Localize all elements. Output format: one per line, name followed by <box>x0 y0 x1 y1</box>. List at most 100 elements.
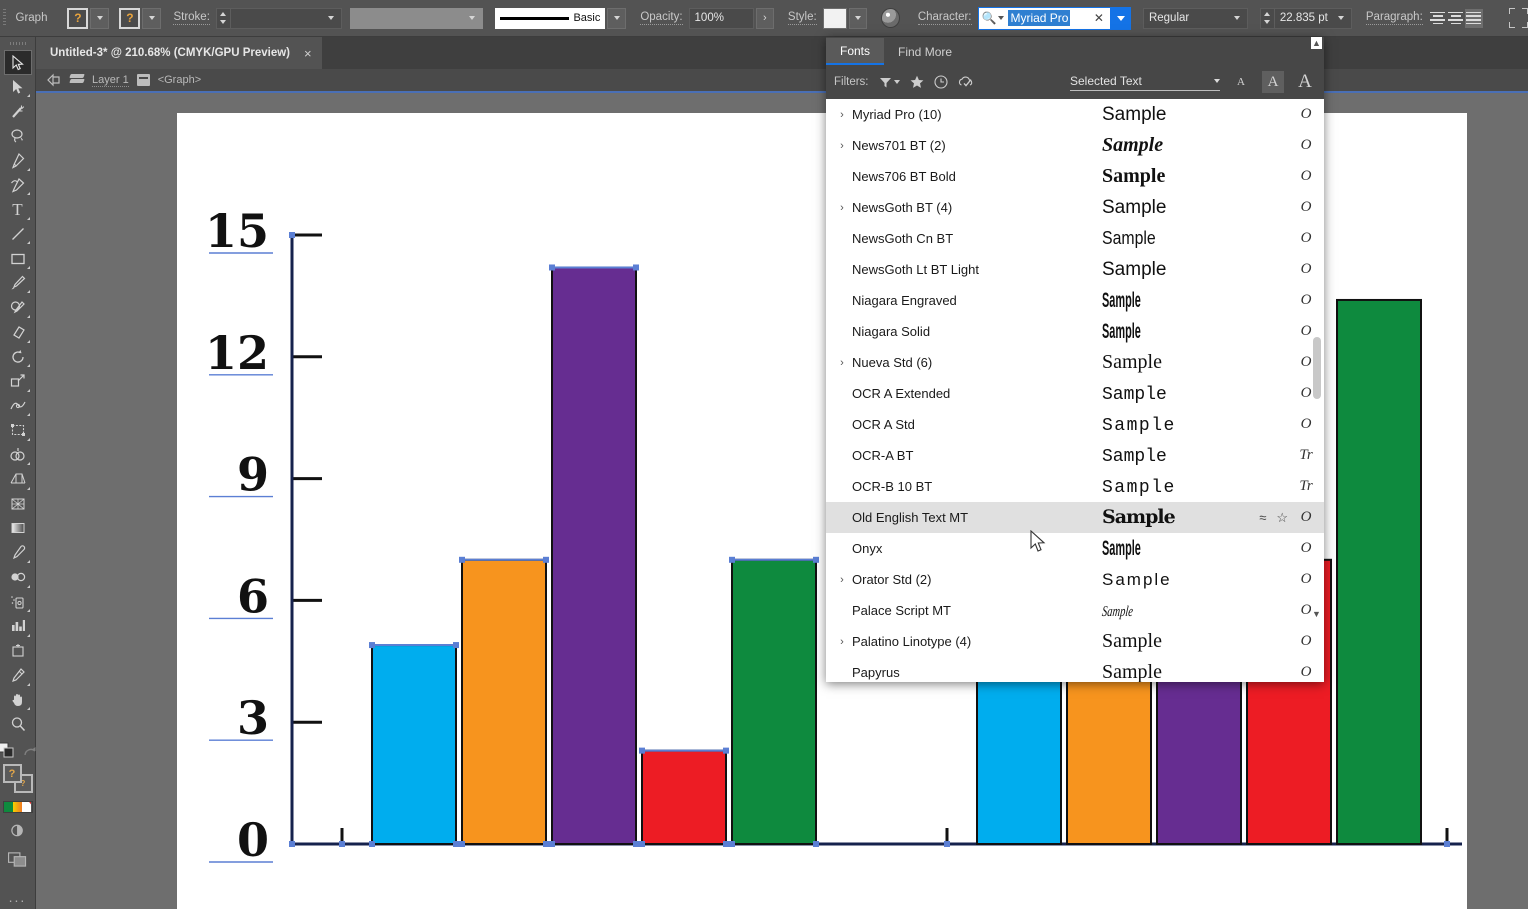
align-left-button[interactable] <box>1429 9 1447 28</box>
scroll-down-icon[interactable]: ▼ <box>1311 608 1322 620</box>
opacity-label[interactable]: Opacity: <box>640 11 682 25</box>
font-list-item[interactable]: NewsGoth Cn BTSampleO <box>826 223 1324 254</box>
font-list-scrollbar[interactable]: ▲ ▼ <box>1311 37 1322 620</box>
chart-bar[interactable] <box>1337 300 1421 844</box>
font-list-item[interactable]: News706 BT BoldSampleO <box>826 161 1324 192</box>
eraser-tool[interactable] <box>4 320 32 345</box>
fill-swatch-button[interactable]: ? <box>67 8 88 29</box>
font-family-input[interactable]: 🔍 Myriad Pro ✕ <box>978 7 1111 30</box>
gradient-button[interactable] <box>13 802 22 812</box>
control-bar-grip[interactable] <box>0 0 10 37</box>
chart-bar[interactable] <box>372 645 456 844</box>
style-label[interactable]: Style: <box>788 11 817 25</box>
font-size-field[interactable]: 22.835 pt <box>1274 8 1352 29</box>
opacity-field[interactable]: 100% <box>689 8 754 29</box>
perspective-grid-tool[interactable] <box>4 467 32 492</box>
stroke-label[interactable]: Stroke: <box>173 11 209 25</box>
paragraph-label[interactable]: Paragraph: <box>1366 11 1423 25</box>
font-list-item[interactable]: OCR A ExtendedSampleO <box>826 378 1324 409</box>
chevron-right-icon[interactable]: › <box>834 636 850 648</box>
align-justify-button[interactable] <box>1465 9 1483 28</box>
color-mode-buttons[interactable] <box>3 801 33 813</box>
stroke-dropdown[interactable] <box>142 8 161 29</box>
swap-fill-stroke-icon[interactable] <box>0 742 16 760</box>
favorites-star-icon[interactable] <box>910 75 924 89</box>
brush-definition-preview[interactable]: Basic <box>495 8 605 29</box>
rectangle-tool[interactable] <box>4 246 32 271</box>
close-icon[interactable]: × <box>304 46 312 61</box>
font-list-item[interactable]: ›Palatino Linotype (4)SampleO <box>826 626 1324 657</box>
selection-tool[interactable] <box>4 50 32 75</box>
shaper-tool[interactable] <box>4 295 32 320</box>
select-similar-icon[interactable] <box>1509 8 1528 28</box>
none-button[interactable] <box>22 802 31 812</box>
chevron-right-icon[interactable]: › <box>834 109 850 121</box>
pen-tool[interactable] <box>4 148 32 173</box>
recent-clock-icon[interactable] <box>934 75 948 89</box>
activated-cloud-icon[interactable] <box>958 75 974 89</box>
font-list-item[interactable]: Niagara SolidSampleO <box>826 316 1324 347</box>
stroke-swatch-button[interactable]: ? <box>119 8 140 29</box>
chevron-right-icon[interactable]: › <box>834 574 850 586</box>
stroke-weight-stepper[interactable] <box>216 8 230 29</box>
font-list-item[interactable]: ›Myriad Pro (10)SampleO <box>826 99 1324 130</box>
blend-tool[interactable] <box>4 565 32 590</box>
direct-selection-tool[interactable] <box>4 75 32 100</box>
font-list-item[interactable]: PapyrusSampleO <box>826 657 1324 682</box>
breadcrumb-object[interactable]: <Graph> <box>158 74 201 86</box>
mesh-tool[interactable] <box>4 492 32 517</box>
artboard-tool[interactable] <box>4 639 32 664</box>
lasso-tool[interactable] <box>4 124 32 149</box>
scroll-up-icon[interactable]: ▲ <box>1311 37 1322 49</box>
color-button[interactable] <box>4 802 13 812</box>
chevron-right-icon[interactable]: › <box>834 202 850 214</box>
font-list-item[interactable]: Old English Text MTSample≈☆O <box>826 502 1324 533</box>
eyedropper-tool[interactable] <box>4 541 32 566</box>
font-list-item[interactable]: ›NewsGoth BT (4)SampleO <box>826 192 1324 223</box>
chart-bar[interactable] <box>462 560 546 844</box>
brush-dropdown[interactable] <box>607 8 626 29</box>
tab-fonts[interactable]: Fonts <box>826 38 884 65</box>
chart-bar[interactable] <box>732 560 816 844</box>
shape-builder-tool[interactable] <box>4 443 32 468</box>
zoom-tool[interactable] <box>4 712 32 737</box>
fonts-panel[interactable]: Fonts Find More Filters: Selected Text <box>826 37 1324 682</box>
graphic-style-dropdown[interactable] <box>849 8 867 29</box>
curvature-tool[interactable] <box>4 173 32 198</box>
clear-icon[interactable]: ✕ <box>1094 11 1107 25</box>
preview-size-medium[interactable]: A <box>1262 71 1284 93</box>
chevron-right-icon[interactable]: › <box>834 140 850 152</box>
rotate-tool[interactable] <box>4 345 32 370</box>
free-transform-tool[interactable] <box>4 418 32 443</box>
type-tool[interactable]: T <box>4 197 32 222</box>
chevron-right-icon[interactable]: › <box>834 357 850 369</box>
fill-dropdown[interactable] <box>90 8 109 29</box>
width-tool[interactable] <box>4 394 32 419</box>
drawing-mode-icon[interactable] <box>8 822 28 839</box>
font-list-item[interactable]: OCR A StdSampleO <box>826 409 1324 440</box>
opacity-options-button[interactable]: › <box>756 8 774 29</box>
font-list-item[interactable]: ›Orator Std (2)SampleO <box>826 564 1324 595</box>
favorite-star-icon[interactable]: ☆ <box>1276 510 1288 526</box>
scale-tool[interactable] <box>4 369 32 394</box>
align-center-button[interactable] <box>1447 9 1465 28</box>
font-list[interactable]: ›Myriad Pro (10)SampleO›News701 BT (2)Sa… <box>826 99 1324 682</box>
chart-bar[interactable] <box>642 751 726 844</box>
hand-tool[interactable] <box>4 688 32 713</box>
preview-size-small[interactable]: A <box>1230 71 1252 93</box>
go-back-icon[interactable] <box>46 73 62 87</box>
tab-find-more[interactable]: Find More <box>884 38 966 65</box>
font-list-item[interactable]: ›Nueva Std (6)SampleO <box>826 347 1324 378</box>
font-style-dropdown[interactable]: Regular <box>1143 8 1248 29</box>
column-graph-tool[interactable] <box>4 614 32 639</box>
font-list-item[interactable]: Palace Script MTSampleO <box>826 595 1324 626</box>
scrollbar-thumb[interactable] <box>1313 337 1321 399</box>
edit-toolbar-button[interactable]: ... <box>4 885 32 909</box>
preview-text-dropdown[interactable]: Selected Text <box>1070 74 1220 91</box>
screen-mode-icon[interactable] <box>7 851 29 868</box>
gradient-tool[interactable] <box>4 516 32 541</box>
font-list-item[interactable]: NewsGoth Lt BT LightSampleO <box>826 254 1324 285</box>
filter-funnel-icon[interactable] <box>879 76 900 89</box>
tools-panel-grip[interactable] <box>0 37 35 50</box>
font-family-dropdown-button[interactable] <box>1111 7 1131 30</box>
